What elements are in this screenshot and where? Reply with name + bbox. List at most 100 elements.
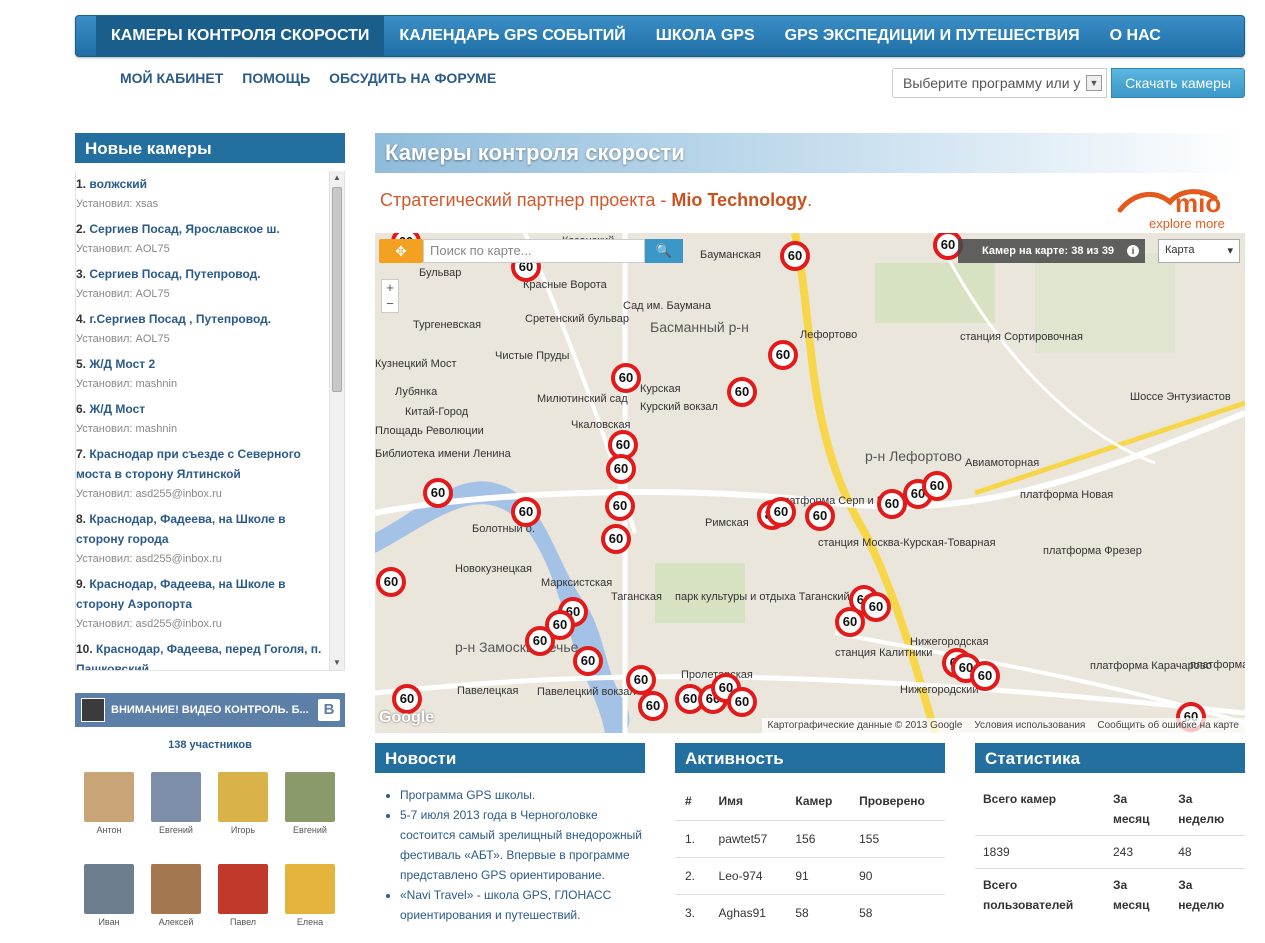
avatar[interactable] xyxy=(151,772,201,822)
my-cabinet-link[interactable]: МОЙ КАБИНЕТ xyxy=(120,70,223,86)
camera-title[interactable]: 8. Краснодар, Фадеева, на Школе в сторон… xyxy=(76,509,328,549)
member-card[interactable]: Алексей xyxy=(151,864,201,927)
camera-title[interactable]: 9. Краснодар, Фадеева, на Школе в сторон… xyxy=(76,574,328,614)
member-card[interactable]: Павел xyxy=(218,864,268,927)
nav-about[interactable]: О НАС xyxy=(1095,16,1176,56)
speed-camera-marker[interactable]: 60 xyxy=(376,567,406,597)
help-link[interactable]: ПОМОЩЬ xyxy=(242,70,310,86)
vk-group-title[interactable]: ВНИМАНИЕ! ВИДЕО КОНТРОЛЬ. Б... xyxy=(111,704,309,716)
scroll-down-icon[interactable]: ▼ xyxy=(330,656,344,670)
avatar[interactable] xyxy=(218,864,268,914)
scrollbar[interactable]: ▲ ▼ xyxy=(329,171,344,670)
camera-title[interactable]: 7. Краснодар при съезде с Северного мост… xyxy=(76,444,328,484)
map-search-input[interactable]: Поиск по карте... xyxy=(423,239,645,263)
speed-camera-marker[interactable]: 60 xyxy=(611,363,641,393)
news-item[interactable]: «Navi Travel» - школа GPS, ГЛОНАСС ориен… xyxy=(400,885,645,925)
map-type-select[interactable]: Карта ▾ xyxy=(1158,239,1240,263)
member-card[interactable]: Антон xyxy=(84,772,134,835)
avatar[interactable] xyxy=(285,772,335,822)
partner-suffix: . xyxy=(807,190,813,210)
nav-speed-cameras[interactable]: КАМЕРЫ КОНТРОЛЯ СКОРОСТИ xyxy=(96,16,385,56)
installed-by: Установил: AOL75 xyxy=(76,288,170,300)
nav-gps-calendar[interactable]: КАЛЕНДАРЬ GPS СОБЫТИЙ xyxy=(384,16,640,56)
vk-widget-header[interactable]: ВНИМАНИЕ! ВИДЕО КОНТРОЛЬ. Б... B xyxy=(75,693,345,727)
camera-link[interactable]: Краснодар, Фадеева, перед Гоголя, п. Паш… xyxy=(76,642,321,670)
camera-title[interactable]: 3. Сергиев Посад, Путепровод. xyxy=(76,264,328,284)
camera-link[interactable]: Сергиев Посад, Ярославское ш. xyxy=(89,222,279,236)
download-cameras-button[interactable]: Скачать камеры xyxy=(1111,68,1245,98)
speed-camera-marker[interactable]: 60 xyxy=(606,454,636,484)
program-select[interactable]: Выберите программу или у ▼ xyxy=(892,68,1107,98)
cell: 90 xyxy=(849,856,945,894)
member-card[interactable]: Евгений xyxy=(285,772,335,835)
camera-title[interactable]: 10. Краснодар, Фадеева, перед Гоголя, п.… xyxy=(76,639,328,670)
speed-camera-marker[interactable]: 60 xyxy=(727,687,757,717)
partner-name[interactable]: Mio Technology xyxy=(671,190,807,210)
speed-camera-marker[interactable]: 60 xyxy=(511,497,541,527)
zoom-out-button[interactable]: − xyxy=(382,296,398,312)
speed-camera-marker[interactable]: 60 xyxy=(601,524,631,554)
speed-camera-marker[interactable]: 60 xyxy=(766,497,796,527)
camera-title[interactable]: 1. волжский xyxy=(76,174,328,194)
camera-number: 2. xyxy=(76,222,87,236)
speed-camera-marker[interactable]: 60 xyxy=(727,377,757,407)
scroll-up-icon[interactable]: ▲ xyxy=(330,171,344,185)
info-icon[interactable]: i xyxy=(1127,245,1139,257)
avatar[interactable] xyxy=(84,864,134,914)
chevron-down-icon[interactable]: ▼ xyxy=(1086,75,1102,91)
news-item[interactable]: Программа GPS школы. xyxy=(400,785,645,805)
mio-logo[interactable]: mio explore more xyxy=(1115,182,1245,232)
speed-camera-marker[interactable]: 60 xyxy=(573,646,603,676)
camera-link[interactable]: Ж/Д Мост 2 xyxy=(89,357,155,371)
member-card[interactable]: Евгений xyxy=(151,772,201,835)
speed-camera-marker[interactable]: 60 xyxy=(768,340,798,370)
camera-link[interactable]: г.Сергиев Посад , Путепровод. xyxy=(89,312,271,326)
speed-camera-marker[interactable]: 60 xyxy=(638,691,668,721)
member-card[interactable]: Елена xyxy=(285,864,335,927)
map-report-link[interactable]: Сообщить об ошибке на карте xyxy=(1097,720,1239,731)
table-row: Всего пользователей За месяц За неделю xyxy=(975,868,1245,921)
member-card[interactable]: Игорь xyxy=(218,772,268,835)
cell: 243 xyxy=(1105,835,1171,869)
avatar[interactable] xyxy=(285,864,335,914)
avatar[interactable] xyxy=(151,864,201,914)
camera-map[interactable]: Бауманская Красные Ворота Сад им. Баумана Т… xyxy=(375,233,1245,733)
camera-title[interactable]: 5. Ж/Д Мост 2 xyxy=(76,354,328,374)
camera-link[interactable]: Краснодар при съезде с Северного моста в… xyxy=(76,447,301,481)
search-icon[interactable]: 🔍 xyxy=(645,239,683,263)
vk-icon[interactable]: B xyxy=(318,699,340,721)
speed-camera-marker[interactable]: 60 xyxy=(805,501,835,531)
speed-camera-marker[interactable]: 60 xyxy=(605,491,635,521)
camera-title[interactable]: 2. Сергиев Посад, Ярославское ш. xyxy=(76,219,328,239)
speed-camera-marker[interactable]: 60 xyxy=(861,592,891,622)
speed-camera-marker[interactable]: 60 xyxy=(525,626,555,656)
nav-gps-school[interactable]: ШКОЛА GPS xyxy=(641,16,770,56)
zoom-in-button[interactable]: + xyxy=(382,280,398,296)
avatar[interactable] xyxy=(218,772,268,822)
member-card[interactable]: Иван xyxy=(84,864,134,927)
camera-title[interactable]: 4. г.Сергиев Посад , Путепровод. xyxy=(76,309,328,329)
speed-camera-marker[interactable]: 60 xyxy=(922,471,952,501)
user-link[interactable]: pawtet57 xyxy=(708,819,786,857)
nav-gps-expeditions[interactable]: GPS ЭКСПЕДИЦИИ И ПУТЕШЕСТВИЯ xyxy=(770,16,1095,56)
camera-link[interactable]: волжский xyxy=(89,177,147,191)
user-link[interactable]: Aghas91 xyxy=(708,893,786,931)
locate-icon[interactable]: ✥ xyxy=(379,239,423,263)
user-link[interactable]: Leo-974 xyxy=(708,856,786,894)
camera-link[interactable]: Краснодар, Фадеева, на Школе в сторону А… xyxy=(76,577,286,611)
news-item[interactable]: 5-7 июля 2013 года в Черноголовке состои… xyxy=(400,805,645,885)
forum-link[interactable]: ОБСУДИТЬ НА ФОРУМЕ xyxy=(329,70,496,86)
camera-link[interactable]: Сергиев Посад, Путепровод. xyxy=(89,267,260,281)
camera-link[interactable]: Ж/Д Мост xyxy=(89,402,145,416)
partner-prefix: Стратегический партнер проекта - xyxy=(380,190,672,210)
scrollbar-thumb[interactable] xyxy=(332,187,342,392)
col-header: # xyxy=(685,794,692,809)
speed-camera-marker[interactable]: 60 xyxy=(835,607,865,637)
speed-camera-marker[interactable]: 60 xyxy=(780,241,810,271)
camera-title[interactable]: 6. Ж/Д Мост xyxy=(76,399,328,419)
speed-camera-marker[interactable]: 60 xyxy=(423,478,453,508)
speed-camera-marker[interactable]: 60 xyxy=(970,661,1000,691)
avatar[interactable] xyxy=(84,772,134,822)
map-terms-link[interactable]: Условия использования xyxy=(974,720,1085,731)
camera-link[interactable]: Краснодар, Фадеева, на Школе в сторону г… xyxy=(76,512,286,546)
